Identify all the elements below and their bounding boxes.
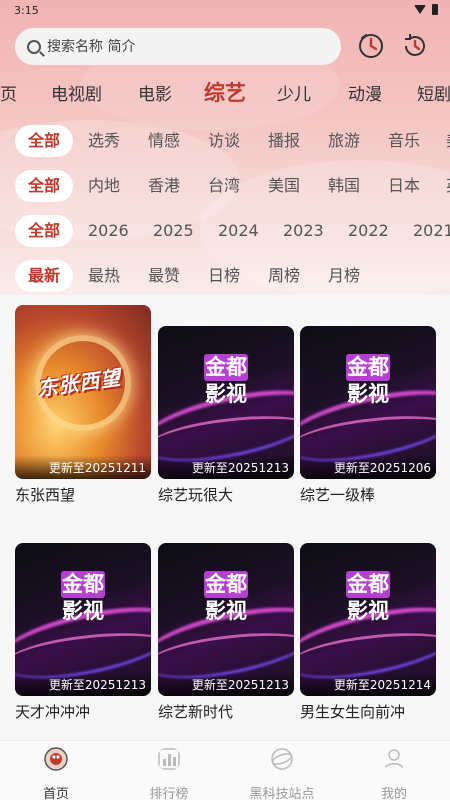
update-badge: 更新至20251213 bbox=[158, 672, 294, 696]
video-card[interactable]: 金都 影视 更新至20251213 综艺新时代 bbox=[158, 543, 294, 722]
poster-image: 东张西望 更新至20251211 bbox=[15, 305, 151, 479]
filter-chip[interactable]: 音乐 bbox=[388, 125, 420, 157]
refresh-icon[interactable] bbox=[401, 32, 429, 60]
content-grid: 东张西望 更新至20251211 东张西望 金都 影视 更新至20251213 … bbox=[0, 295, 450, 735]
search-bar[interactable] bbox=[15, 28, 341, 65]
card-title: 综艺玩很大 bbox=[158, 486, 234, 504]
nav-label: 黑科技站点 bbox=[249, 787, 315, 800]
filter-chip[interactable]: 香港 bbox=[148, 170, 180, 202]
filter-chip[interactable]: 2021 bbox=[413, 215, 450, 247]
card-title: 综艺新时代 bbox=[158, 703, 234, 721]
filter-chip[interactable]: 内地 bbox=[88, 170, 120, 202]
tab-tv[interactable]: 电视剧 bbox=[51, 80, 102, 105]
card-title: 天才冲冲冲 bbox=[15, 703, 91, 721]
globe-icon bbox=[271, 748, 293, 770]
filter-chip[interactable]: 最热 bbox=[88, 260, 120, 292]
update-badge: 更新至20251214 bbox=[300, 672, 436, 696]
filter-chip[interactable]: 2023 bbox=[283, 215, 324, 247]
poster-logo: 金都 影视 bbox=[204, 571, 248, 623]
tab-variety[interactable]: 综艺 bbox=[204, 77, 246, 107]
filter-chip[interactable]: 韩国 bbox=[328, 170, 360, 202]
nav-label: 排行榜 bbox=[149, 787, 189, 800]
update-badge: 更新至20251211 bbox=[15, 455, 151, 479]
tab-kids[interactable]: 少儿 bbox=[277, 80, 311, 105]
status-time: 3:15 bbox=[14, 4, 39, 17]
video-card[interactable]: 东张西望 更新至20251211 东张西望 bbox=[15, 305, 151, 505]
filter-chip[interactable]: 美国 bbox=[268, 170, 300, 202]
poster-logo: 金都 影视 bbox=[61, 571, 105, 623]
nav-ranking[interactable]: 排行榜 bbox=[124, 747, 214, 800]
chart-icon bbox=[158, 748, 180, 770]
card-title: 综艺一级棒 bbox=[300, 486, 376, 504]
filter-row-sort: 最新 最热 最赞 日榜 周榜 月榜 bbox=[0, 260, 450, 292]
filter-row-type: 全部 选秀 情感 访谈 播报 旅游 音乐 美 bbox=[0, 125, 450, 157]
poster-image: 金都 影视 更新至20251213 bbox=[158, 543, 294, 696]
poster-image: 金都 影视 更新至20251213 bbox=[158, 326, 294, 479]
tab-movie[interactable]: 电影 bbox=[138, 80, 172, 105]
filter-chip[interactable]: 访谈 bbox=[208, 125, 240, 157]
update-badge: 更新至20251213 bbox=[158, 455, 294, 479]
filter-chip[interactable]: 情感 bbox=[148, 125, 180, 157]
filter-row-region: 全部 内地 香港 台湾 美国 韩国 日本 英 bbox=[0, 170, 450, 202]
filter-chip[interactable]: 2024 bbox=[218, 215, 259, 247]
poster-image: 金都 影视 更新至20251214 bbox=[300, 543, 436, 696]
tab-home[interactable]: 页 bbox=[0, 80, 17, 105]
update-badge: 更新至20251206 bbox=[300, 455, 436, 479]
filter-chip[interactable]: 2025 bbox=[153, 215, 194, 247]
video-card[interactable]: 金都 影视 更新至20251206 综艺一级棒 bbox=[300, 326, 436, 505]
filter-chip[interactable]: 全部 bbox=[15, 215, 74, 247]
filter-chip[interactable]: 选秀 bbox=[88, 125, 120, 157]
poster-logo: 金都 影视 bbox=[346, 571, 390, 623]
tab-anime[interactable]: 动漫 bbox=[348, 80, 382, 105]
nav-profile[interactable]: 我的 bbox=[349, 747, 439, 800]
bottom-navigation: 首页 排行榜 黑科技站点 我的 bbox=[0, 740, 450, 800]
filter-chip[interactable]: 2022 bbox=[348, 215, 389, 247]
user-icon bbox=[384, 749, 404, 770]
tab-short-drama[interactable]: 短剧 bbox=[417, 80, 450, 105]
filter-chip[interactable]: 英 bbox=[446, 170, 450, 202]
nav-label: 我的 bbox=[380, 787, 407, 800]
status-bar: 3:15 bbox=[0, 0, 450, 22]
wifi-icon bbox=[414, 5, 426, 14]
filter-chip[interactable]: 旅游 bbox=[328, 125, 360, 157]
filter-chip[interactable]: 日榜 bbox=[208, 260, 240, 292]
search-input[interactable] bbox=[47, 38, 317, 55]
poster-image: 金都 影视 更新至20251206 bbox=[300, 326, 436, 479]
filter-chip[interactable]: 周榜 bbox=[268, 260, 300, 292]
poster-logo: 金都 影视 bbox=[346, 354, 390, 406]
video-card[interactable]: 金都 影视 更新至20251213 天才冲冲冲 bbox=[15, 543, 151, 722]
filter-chip[interactable]: 播报 bbox=[268, 125, 300, 157]
video-card[interactable]: 金都 影视 更新至20251213 综艺玩很大 bbox=[158, 326, 294, 505]
filter-chip[interactable]: 日本 bbox=[388, 170, 420, 202]
update-badge: 更新至20251213 bbox=[15, 672, 151, 696]
poster-image: 金都 影视 更新至20251213 bbox=[15, 543, 151, 696]
filter-chip[interactable]: 最新 bbox=[15, 260, 74, 292]
filter-row-year: 全部 2026 2025 2024 2023 2022 2021 bbox=[0, 215, 450, 247]
battery-icon bbox=[432, 4, 438, 15]
filter-chip[interactable]: 台湾 bbox=[208, 170, 240, 202]
video-card[interactable]: 金都 影视 更新至20251214 男生女生向前冲 bbox=[300, 543, 436, 722]
home-icon bbox=[44, 747, 68, 771]
search-icon bbox=[27, 39, 41, 54]
poster-logo: 金都 影视 bbox=[204, 354, 248, 406]
filter-chip[interactable]: 全部 bbox=[15, 170, 74, 202]
card-title: 东张西望 bbox=[15, 486, 76, 504]
filter-chip[interactable]: 最赞 bbox=[148, 260, 180, 292]
history-icon[interactable] bbox=[357, 32, 385, 60]
nav-label: 首页 bbox=[42, 787, 69, 800]
filter-chip[interactable]: 月榜 bbox=[328, 260, 360, 292]
filter-chip[interactable]: 全部 bbox=[15, 125, 74, 157]
filter-chip[interactable]: 美 bbox=[446, 125, 450, 157]
card-title: 男生女生向前冲 bbox=[300, 703, 406, 721]
filter-chip[interactable]: 2026 bbox=[88, 215, 129, 247]
nav-sites[interactable]: 黑科技站点 bbox=[237, 747, 327, 800]
category-tabs: 页 电视剧 电影 综艺 少儿 动漫 短剧 bbox=[0, 76, 450, 106]
nav-home[interactable]: 首页 bbox=[11, 747, 101, 800]
